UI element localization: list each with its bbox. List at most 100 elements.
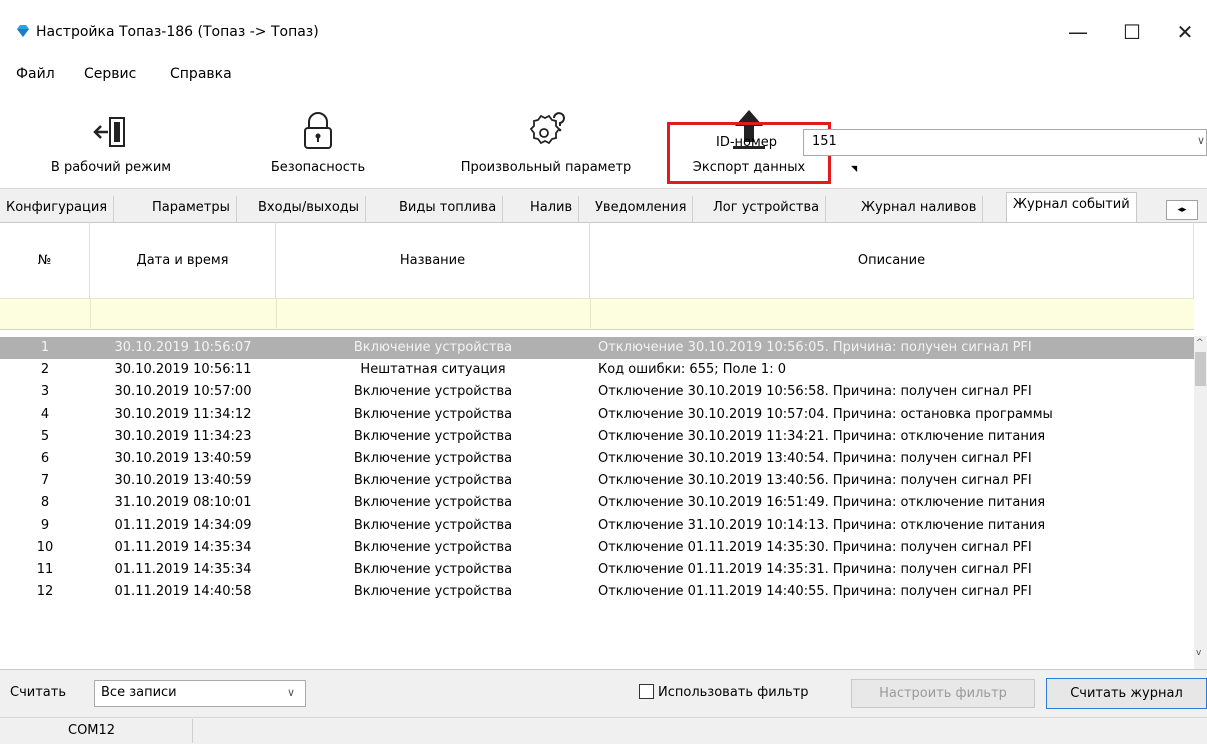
cell-name: Включение устройства: [353, 539, 513, 555]
cell-name: Включение устройства: [353, 584, 513, 600]
filter-row[interactable]: [0, 298, 1194, 330]
cell-description: Отключение 30.10.2019 16:51:49. Причина:…: [598, 495, 1046, 511]
cell-number: 11: [36, 562, 54, 577]
toolbar-dropdown-arrow-icon[interactable]: ◥: [851, 164, 857, 173]
tab-fuel-types[interactable]: Виды топлива: [393, 196, 504, 222]
cell-number: 4: [40, 406, 50, 422]
maximize-button[interactable]: ☐: [1110, 14, 1154, 50]
cell-number: 6: [40, 451, 50, 466]
table-row[interactable]: 8 31.10.2019 08:10:01 Включение устройства…: [0, 492, 1194, 514]
col-header-description[interactable]: Описание: [590, 222, 1194, 298]
cell-description: Отключение 30.10.2019 13:40:56. Причина:…: [598, 473, 1032, 489]
cell-description: Отключение 30.10.2019 10:56:58. Причина:…: [598, 384, 1032, 400]
cell-number: 9: [40, 517, 50, 533]
scrollbar-thumb[interactable]: [1195, 352, 1206, 386]
cell-number: 2: [40, 362, 50, 378]
menu-service[interactable]: Сервис: [84, 66, 136, 82]
table-row[interactable]: 10 01.11.2019 14:35:34 Включение устройств…: [0, 537, 1194, 559]
cell-description: Отключение 30.10.2019 13:40:54. Причина:…: [598, 451, 1032, 466]
app-gem-icon: [17, 25, 29, 37]
cell-description: Отключение 01.11.2019 14:35:30. Причина:…: [598, 539, 1032, 555]
col-header-number[interactable]: №: [0, 222, 90, 298]
use-filter-label[interactable]: Использовать фильтр: [658, 685, 809, 700]
cell-datetime: 30.10.2019 10:56:07: [114, 340, 252, 355]
cell-number: 8: [40, 495, 50, 511]
cell-name: Нештатная ситуация: [360, 362, 506, 378]
cell-description: Отключение 01.11.2019 14:35:31. Причина:…: [598, 562, 1032, 577]
setup-filter-button[interactable]: Настроить фильтр: [851, 679, 1035, 708]
cell-name: Включение устройства: [353, 562, 513, 577]
scroll-down-icon[interactable]: v: [1196, 648, 1201, 658]
table-row[interactable]: 4 30.10.2019 11:34:12 Включение устройства…: [0, 404, 1194, 426]
cell-description: Отключение 30.10.2019 11:34:21. Причина:…: [598, 428, 1046, 444]
chevron-down-icon[interactable]: ∨: [1197, 134, 1205, 147]
tab-scroll-arrows-icon[interactable]: ◂▸: [1166, 200, 1198, 220]
cell-name: Включение устройства: [353, 473, 513, 489]
col-header-datetime[interactable]: Дата и время: [90, 222, 276, 298]
tab-filling[interactable]: Налив: [524, 196, 580, 222]
gear-question-icon: [524, 96, 568, 152]
exit-door-icon: [91, 96, 131, 152]
use-filter-checkbox[interactable]: [639, 684, 654, 699]
read-journal-button[interactable]: Считать журнал: [1046, 678, 1207, 709]
chevron-down-icon[interactable]: ∨: [287, 686, 295, 699]
table-row[interactable]: 5 30.10.2019 11:34:23 Включение устройства…: [0, 426, 1194, 448]
table-row[interactable]: 2 30.10.2019 10:56:11 Нештатная ситуация Ко…: [0, 359, 1194, 381]
tab-notifications[interactable]: Уведомления: [589, 196, 694, 222]
tab-filling-journal[interactable]: Журнал наливов: [855, 196, 984, 222]
cell-number: 3: [40, 384, 50, 400]
id-number-select[interactable]: 151: [803, 129, 1207, 156]
menu-help[interactable]: Справка: [170, 66, 232, 82]
com-port-status: COM12: [68, 723, 116, 738]
col-header-name[interactable]: Название: [276, 222, 590, 298]
cell-description: Отключение 31.10.2019 10:14:13. Причина:…: [598, 517, 1046, 533]
cell-datetime: 30.10.2019 13:40:59: [114, 451, 252, 466]
tab-device-log[interactable]: Лог устройства: [707, 196, 827, 222]
custom-param-button[interactable]: Произвольный параметр: [440, 96, 652, 184]
cell-name: Включение устройства: [353, 406, 513, 422]
lock-icon: [298, 96, 338, 152]
work-mode-button[interactable]: В рабочий режим: [46, 96, 176, 184]
cell-datetime: 01.11.2019 14:34:09: [114, 517, 252, 533]
cell-datetime: 01.11.2019 14:40:58: [114, 584, 252, 600]
table-row[interactable]: 12 01.11.2019 14:40:58 Включение устройств…: [0, 581, 1194, 603]
work-mode-label: В рабочий режим: [50, 160, 172, 175]
cell-datetime: 31.10.2019 08:10:01: [114, 495, 252, 511]
tab-parameters[interactable]: Параметры: [146, 196, 237, 222]
minimize-button[interactable]: —: [1056, 14, 1100, 50]
cell-datetime: 30.10.2019 11:34:23: [114, 428, 252, 444]
cell-datetime: 01.11.2019 14:35:34: [114, 539, 252, 555]
cell-number: 10: [36, 539, 54, 555]
scroll-up-icon[interactable]: ^: [1196, 338, 1204, 348]
cell-datetime: 30.10.2019 10:57:00: [114, 384, 252, 400]
id-number-label: ID-номер: [716, 135, 778, 150]
window-title: Настройка Топаз-186 (Топаз -> Топаз): [36, 24, 319, 40]
cell-description: Код ошибки: 655; Поле 1: 0: [598, 362, 786, 378]
table-row[interactable]: 1 30.10.2019 10:56:07 Включение устройства…: [0, 337, 1194, 359]
table-row[interactable]: 6 30.10.2019 13:40:59 Включение устройства…: [0, 448, 1194, 470]
tab-inputs-outputs[interactable]: Входы/выходы: [252, 196, 367, 222]
cell-name: Включение устройства: [353, 451, 513, 466]
tab-event-journal[interactable]: Журнал событий: [1006, 192, 1137, 223]
cell-name: Включение устройства: [353, 340, 513, 355]
security-label: Безопасность: [270, 160, 366, 175]
cell-datetime: 30.10.2019 10:56:11: [114, 362, 252, 378]
filter-separator: [90, 298, 91, 328]
menu-file[interactable]: Файл: [16, 66, 55, 82]
tab-configuration[interactable]: Конфигурация: [0, 196, 115, 222]
status-separator: [192, 719, 193, 743]
cell-datetime: 01.11.2019 14:35:34: [114, 562, 252, 577]
cell-name: Включение устройства: [353, 495, 513, 511]
table-row[interactable]: 9 01.11.2019 14:34:09 Включение устройства…: [0, 515, 1194, 537]
read-mode-select[interactable]: Все записи: [94, 680, 306, 707]
cell-name: Включение устройства: [353, 517, 513, 533]
table-row[interactable]: 7 30.10.2019 13:40:59 Включение устройства…: [0, 470, 1194, 492]
cell-number: 7: [40, 473, 50, 489]
cell-description: Отключение 01.11.2019 14:40:55. Причина:…: [598, 584, 1032, 600]
security-button[interactable]: Безопасность: [266, 96, 370, 184]
close-button[interactable]: ✕: [1163, 14, 1207, 50]
cell-number: 12: [36, 584, 54, 600]
table-row[interactable]: 11 01.11.2019 14:35:34 Включение устройств…: [0, 559, 1194, 581]
table-row[interactable]: 3 30.10.2019 10:57:00 Включение устройства…: [0, 381, 1194, 403]
cell-number: 1: [40, 340, 50, 355]
